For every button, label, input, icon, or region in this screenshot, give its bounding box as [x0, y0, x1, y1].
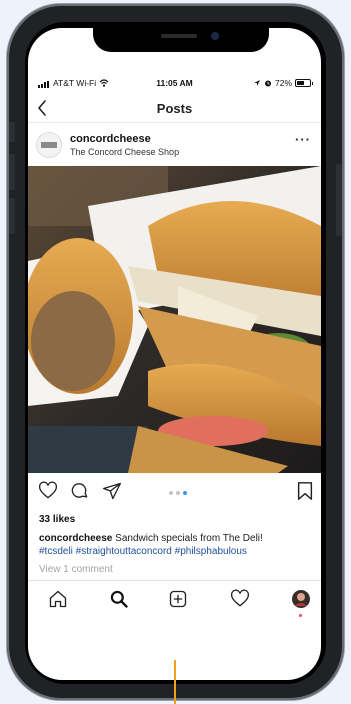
new-post-icon[interactable] [168, 589, 188, 609]
profile-avatar[interactable] [291, 589, 311, 609]
nav-bar: Posts [28, 96, 321, 123]
phone-screen: AT&T Wi-Fi 11:05 AM 72% Posts concordche… [28, 28, 321, 680]
carousel-dot-active [183, 491, 187, 495]
power-button [336, 164, 342, 236]
location-arrow-icon [253, 80, 260, 86]
comment-icon[interactable] [70, 481, 90, 501]
sandwich-photo [28, 166, 321, 473]
status-right: 72% [253, 78, 313, 88]
search-icon[interactable] [109, 589, 129, 609]
more-options-icon[interactable]: ··· [295, 132, 311, 147]
mute-switch [9, 122, 15, 142]
carousel-dot [169, 491, 173, 495]
post-header: concordcheese The Concord Cheese Shop ··… [28, 126, 321, 162]
likes-count[interactable]: 33 likes [39, 514, 75, 525]
alarm-icon [264, 80, 271, 87]
post-username[interactable]: concordcheese [70, 133, 151, 145]
home-icon[interactable] [48, 589, 68, 609]
notch [93, 28, 269, 52]
view-comments-link[interactable]: View 1 comment [39, 564, 113, 575]
battery-icon [295, 79, 313, 87]
status-bar: AT&T Wi-Fi 11:05 AM 72% [28, 76, 321, 92]
bookmark-icon[interactable] [296, 481, 314, 501]
carousel-dots [169, 491, 187, 495]
volume-up-button [9, 154, 15, 190]
speaker [161, 34, 197, 38]
battery-percent: 72% [274, 78, 292, 88]
post-location[interactable]: The Concord Cheese Shop [70, 147, 179, 157]
activity-icon[interactable] [230, 589, 250, 609]
post-actions [28, 479, 321, 507]
home-indicator [174, 660, 176, 704]
caption-text: Sandwich specials from The Deli! [112, 533, 263, 544]
carousel-dot [176, 491, 180, 495]
notification-dot [299, 614, 302, 617]
page-title: Posts [156, 101, 193, 116]
front-camera [211, 32, 219, 40]
heart-icon[interactable] [38, 481, 58, 501]
avatar[interactable] [36, 132, 62, 158]
tab-bar [28, 580, 321, 621]
caption-username[interactable]: concordcheese [39, 533, 112, 544]
volume-down-button [9, 198, 15, 234]
caption-hashtags[interactable]: #tcsdeli #straightouttaconcord #philspha… [39, 546, 247, 557]
post-image[interactable] [28, 166, 321, 473]
send-icon[interactable] [102, 481, 122, 501]
post-caption: concordcheese Sandwich specials from The… [39, 532, 314, 558]
